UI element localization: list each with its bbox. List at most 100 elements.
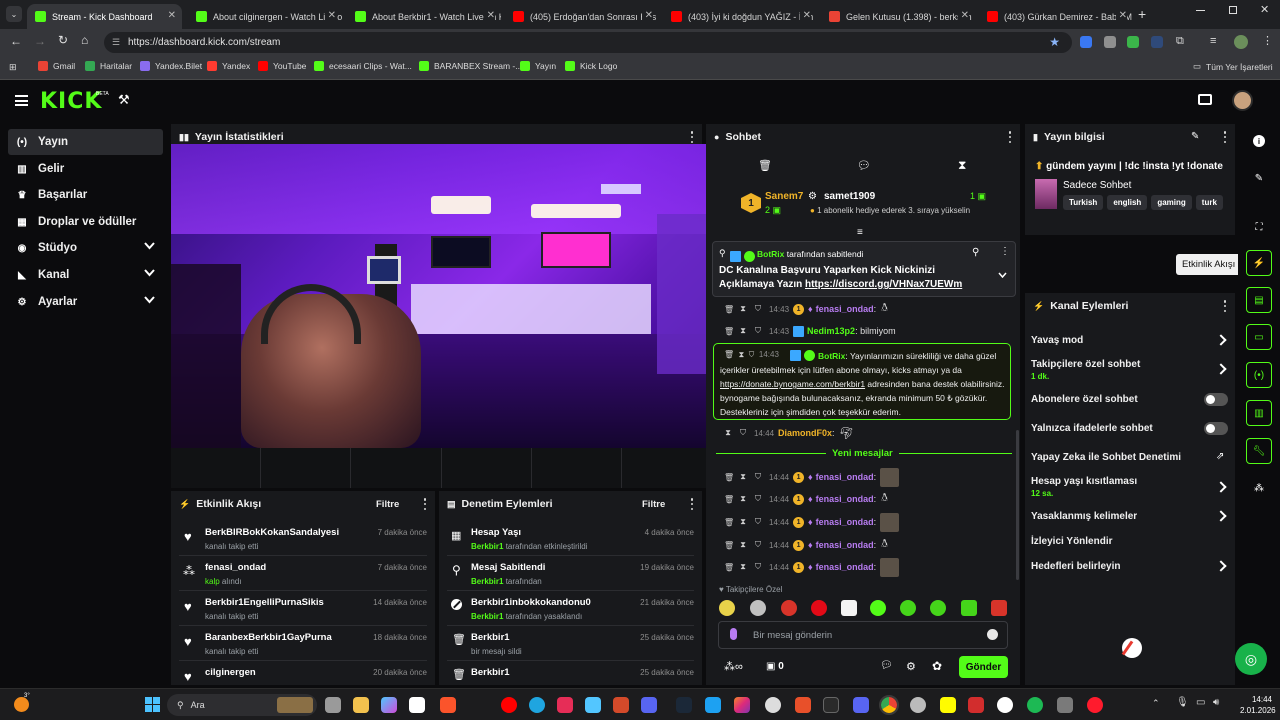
taskbar-search[interactable]: ⚲ Ara xyxy=(167,694,317,716)
chat-tool-bubble-icon[interactable]: 💬︎ xyxy=(857,159,871,172)
list-item[interactable]: ♥ Berkbir1EngelliPurnaSikis kanalı takip… xyxy=(179,591,427,626)
tab-about-cilginergen[interactable]: About cilginergen - Watch Live on ✕ xyxy=(188,4,342,29)
emote-button[interactable] xyxy=(781,600,797,616)
emote-button[interactable] xyxy=(930,600,946,616)
close-window-button[interactable]: ✕ xyxy=(1260,3,1269,16)
list-item[interactable]: ▦ Hesap Yaşı Berkbir1 tarafından etkinle… xyxy=(447,521,694,556)
bookmark-baranbex[interactable]: BARANBEX Stream -... xyxy=(419,61,522,71)
yandex-icon[interactable] xyxy=(997,697,1013,713)
tab-gmail[interactable]: Gelen Kutusu (1.398) - berksun ✕ xyxy=(821,4,975,29)
back-icon[interactable]: ← xyxy=(10,34,22,48)
bookmark-youtube[interactable]: YouTube xyxy=(258,61,306,71)
profile-avatar-icon[interactable] xyxy=(1234,35,1248,49)
message-username[interactable]: fenasi_ondad xyxy=(816,472,874,482)
chat-message[interactable]: 🗑︎ ⧗ ⛉ 14:44 1 ♦ fenasi_ondad: 🐧︎ xyxy=(724,535,888,555)
steam-icon[interactable] xyxy=(676,697,692,713)
tab-youtube-2[interactable]: (403) İyi ki doğdun YAĞIZ - İsm ✕ xyxy=(663,4,817,29)
app-icon[interactable] xyxy=(910,697,926,713)
message-username[interactable]: DiamondF0x xyxy=(778,428,832,438)
mod-action-user[interactable]: Berkbir1 xyxy=(471,542,503,551)
forward-icon[interactable]: → xyxy=(34,34,46,48)
layout-rail-icon[interactable]: ▥ xyxy=(1246,400,1272,426)
pinned-link[interactable]: https://discord.gg/VHNax7UEWm xyxy=(805,279,962,290)
app-icon[interactable] xyxy=(765,697,781,713)
opera-icon[interactable] xyxy=(1087,697,1103,713)
message-username[interactable]: fenasi_ondad xyxy=(816,304,874,314)
apps-grid-icon[interactable]: ⊞ xyxy=(9,62,17,73)
delete-message-icon[interactable]: 🗑︎ xyxy=(724,518,734,527)
reading-list-icon[interactable]: ≡ xyxy=(1210,35,1216,47)
twitter-icon[interactable] xyxy=(705,697,721,713)
volume-icon[interactable]: 🔊︎ xyxy=(1213,697,1219,708)
timeout-icon[interactable]: ⧗ xyxy=(739,472,747,482)
timeout-icon[interactable]: ⧗ xyxy=(739,540,747,550)
bookmark-haritalar[interactable]: Haritalar xyxy=(85,61,132,71)
chat-scrollbar[interactable] xyxy=(1016,430,1019,580)
action-ai-moderation[interactable]: Yapay Zeka ile Sohbet Denetimi xyxy=(1031,452,1181,463)
chat-message[interactable]: 🗑︎ ⧗ ⛉ 14:44 1 ♦ fenasi_ondad: xyxy=(724,467,900,487)
scan-icon[interactable]: ⛶ xyxy=(1246,214,1272,240)
chat-message[interactable]: ⧗ ⛉ 14:44 DiamondF0x: 🐬︎ xyxy=(724,423,854,443)
tab-close-icon[interactable]: ✕ xyxy=(483,10,495,21)
action-raid[interactable]: İzleyici Yönlendir xyxy=(1031,536,1113,547)
app-icon[interactable] xyxy=(641,697,657,713)
activity-feed-rail-icon[interactable]: ⚡ xyxy=(1246,250,1272,276)
edit-pencil-icon[interactable]: ✎ xyxy=(1191,131,1199,142)
action-followers-only[interactable]: Takipçilere özel sohbet 1 dk. xyxy=(1031,359,1140,381)
extension-icon[interactable] xyxy=(1080,36,1092,48)
action-account-age[interactable]: Hesap yaşı kısıtlaması 12 sa. xyxy=(1031,476,1137,498)
sidebar-item-yayin[interactable]: (•) Yayın xyxy=(8,129,163,155)
broadcast-rail-icon[interactable]: (•) xyxy=(1246,362,1272,388)
sidebar-item-ayarlar[interactable]: ⚙ Ayarlar xyxy=(8,289,163,315)
list-item[interactable]: 🗑︎ Berkbir1 bir mesajı sildi 25 dakika ö… xyxy=(447,626,694,661)
sidebar-item-kanal[interactable]: ◣ Kanal xyxy=(8,262,163,288)
emote-button[interactable] xyxy=(961,600,977,616)
chrome-icon[interactable] xyxy=(879,695,899,715)
tab-close-icon[interactable]: ✕ xyxy=(168,10,176,21)
chat-kicks-icon[interactable]: ⁂∞ xyxy=(724,660,743,673)
emote-button[interactable] xyxy=(900,600,916,616)
timeout-icon[interactable]: ⧗ xyxy=(739,304,747,314)
list-item[interactable]: ♥ BaranbexBerkbir1GayPurna kanalı takip … xyxy=(179,626,427,661)
kicks-rail-icon[interactable]: ⁂ xyxy=(1246,475,1272,501)
ban-user-icon[interactable]: ⛉ xyxy=(754,472,762,482)
timeout-icon[interactable]: ⧗ xyxy=(724,428,732,438)
chat-settings-icon[interactable]: ⚙ xyxy=(906,660,916,673)
stream-preview-video[interactable] xyxy=(171,144,711,448)
emotes-only-toggle[interactable] xyxy=(1204,422,1228,435)
microphone-icon[interactable]: 🎙︎ xyxy=(1176,697,1189,708)
mod-action-user[interactable]: Berkbir1 xyxy=(471,612,503,621)
panel-menu-icon[interactable] xyxy=(1223,300,1227,312)
tag[interactable]: Turkish xyxy=(1063,195,1104,210)
tab-close-icon[interactable]: ✕ xyxy=(324,10,336,21)
filter-button[interactable]: Filtre xyxy=(376,499,399,510)
list-item[interactable]: ♥ BerkBIRBokKokanSandalyesi kanalı takip… xyxy=(179,521,427,556)
tag[interactable]: turk xyxy=(1195,195,1223,210)
bookmark-gmail[interactable]: Gmail xyxy=(38,61,75,71)
ban-user-icon[interactable]: ⛉ xyxy=(739,428,747,438)
chat-message[interactable]: 🗑︎ ⧗ ⛉ 14:44 1 ♦ fenasi_ondad: xyxy=(724,557,900,577)
tab-youtube-3[interactable]: (403) Gürkan Demirez - Baba M ✕ xyxy=(979,4,1133,29)
support-chat-button[interactable]: ◎ xyxy=(1235,643,1267,675)
snapchat-icon[interactable] xyxy=(940,697,956,713)
action-slow-mode[interactable]: Yavaş mod xyxy=(1031,335,1083,346)
delete-message-icon[interactable]: 🗑︎ xyxy=(724,473,734,482)
extension-icon[interactable] xyxy=(1127,36,1139,48)
unpin-icon[interactable]: ⚲ xyxy=(972,247,979,258)
panel-menu-icon[interactable] xyxy=(423,498,427,510)
puzzle-icon[interactable]: ⧉ xyxy=(1176,35,1184,48)
mod-view-icon[interactable] xyxy=(1198,94,1212,105)
emote-button[interactable] xyxy=(841,600,857,616)
edge-icon[interactable] xyxy=(529,697,545,713)
start-button[interactable] xyxy=(145,697,160,712)
filter-button[interactable]: Filtre xyxy=(642,499,665,510)
emoji-picker-icon[interactable] xyxy=(987,629,998,640)
bookmark-yayin[interactable]: Yayın xyxy=(520,61,556,71)
message-username[interactable]: BotRix xyxy=(818,351,845,361)
app-icon[interactable] xyxy=(409,697,425,713)
youtube-icon[interactable] xyxy=(501,697,517,713)
send-button[interactable]: Gönder xyxy=(959,656,1008,678)
kick-logo[interactable]: KICK xyxy=(40,89,102,114)
subscribers-only-toggle[interactable] xyxy=(1204,393,1228,406)
leader-username[interactable]: Sanem7 xyxy=(765,191,803,202)
